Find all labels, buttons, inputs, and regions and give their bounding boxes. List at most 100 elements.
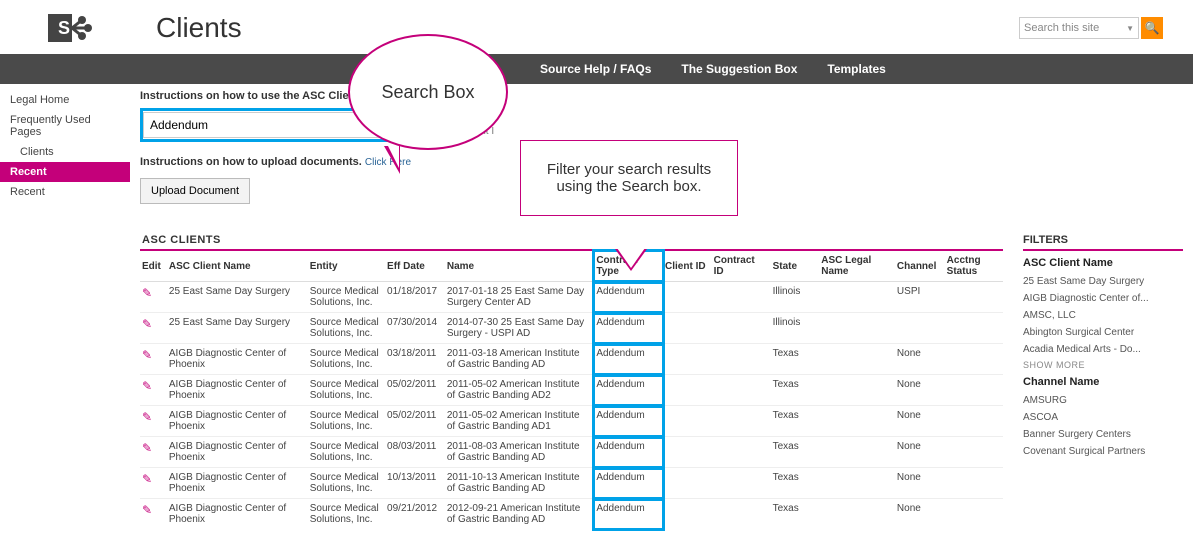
- cell-acct: [945, 375, 1003, 406]
- cell-client: 25 East Same Day Surgery: [167, 282, 308, 313]
- cell-state: Texas: [771, 437, 820, 468]
- nav-help[interactable]: Source Help / FAQs: [540, 62, 651, 76]
- col-entity[interactable]: Entity: [308, 251, 385, 282]
- cell-conid: [712, 344, 771, 375]
- edit-icon[interactable]: ✎: [142, 286, 152, 300]
- page-title: Clients: [156, 12, 242, 44]
- table-row: ✎ AIGB Diagnostic Center of PhoenixSource…: [140, 344, 1003, 375]
- edit-icon[interactable]: ✎: [142, 317, 152, 331]
- filter-item[interactable]: Acadia Medical Arts - Do...: [1023, 341, 1183, 358]
- cell-legal: [819, 437, 895, 468]
- col-channel[interactable]: Channel: [895, 251, 945, 282]
- col-acctng-status[interactable]: Acctng Status: [945, 251, 1003, 282]
- filter-item[interactable]: AMSC, LLC: [1023, 307, 1183, 324]
- asc-clients-table: EditASC Client NameEntityEff DateName Con…: [140, 251, 1003, 529]
- annotation-bubble: Search Box: [348, 34, 528, 174]
- edit-icon[interactable]: ✎: [142, 379, 152, 393]
- cell-name: 2017-01-18 25 East Same Day Surgery Cent…: [445, 282, 594, 313]
- annotation-bubble-text: Search Box: [381, 82, 474, 103]
- table-row: ✎25 East Same Day SurgerySource Medical …: [140, 282, 1003, 313]
- cell-channel: [895, 313, 945, 344]
- cell-ctype: Addendum: [594, 375, 663, 406]
- cell-eff: 05/02/2011: [385, 406, 445, 437]
- table-row: ✎AIGB Diagnostic Center of PhoenixSource…: [140, 468, 1003, 499]
- table-row: ✎AIGB Diagnostic Center of PhoenixSource…: [140, 375, 1003, 406]
- edit-icon[interactable]: ✎: [142, 441, 152, 455]
- nav-templates[interactable]: Templates: [827, 62, 885, 76]
- cell-ctype: Addendum: [594, 499, 663, 530]
- site-search-input[interactable]: Search this site ▼: [1019, 17, 1139, 39]
- cell-name: 2011-05-02 American Institute of Gastric…: [445, 375, 594, 406]
- cell-channel: USPI: [895, 282, 945, 313]
- cell-state: Texas: [771, 499, 820, 530]
- edit-icon[interactable]: ✎: [142, 348, 152, 362]
- leftnav-recent[interactable]: Recent: [0, 182, 130, 202]
- col-edit[interactable]: Edit: [140, 251, 167, 282]
- show-more-link[interactable]: SHOW MORE: [1023, 360, 1183, 370]
- cell-conid: [712, 406, 771, 437]
- cell-ctype: Addendum: [594, 437, 663, 468]
- upload-document-button[interactable]: Upload Document: [140, 178, 250, 204]
- filter-group-asc-client-name: ASC Client Name: [1023, 257, 1183, 269]
- cell-client: AIGB Diagnostic Center of Phoenix: [167, 499, 308, 530]
- filter-item[interactable]: ASCOA: [1023, 409, 1183, 426]
- cell-acct: [945, 282, 1003, 313]
- edit-icon[interactable]: ✎: [142, 410, 152, 424]
- cell-cid: [663, 375, 712, 406]
- leftnav-recent-active[interactable]: Recent: [0, 162, 130, 182]
- cell-legal: [819, 499, 895, 530]
- cell-channel: None: [895, 468, 945, 499]
- col-asc-client-name[interactable]: ASC Client Name: [167, 251, 308, 282]
- cell-client: AIGB Diagnostic Center of Phoenix: [167, 344, 308, 375]
- filter-item[interactable]: Banner Surgery Centers: [1023, 426, 1183, 443]
- cell-ctype: Addendum: [594, 406, 663, 437]
- filter-item[interactable]: AIGB Diagnostic Center of...: [1023, 290, 1183, 307]
- top-nav: Source Help / FAQs The Suggestion Box Te…: [0, 54, 1193, 84]
- filter-item[interactable]: Abington Surgical Center: [1023, 324, 1183, 341]
- edit-icon[interactable]: ✎: [142, 503, 152, 517]
- cell-entity: Source Medical Solutions, Inc.: [308, 468, 385, 499]
- cell-channel: None: [895, 344, 945, 375]
- cell-legal: [819, 406, 895, 437]
- col-client-id[interactable]: Client ID: [663, 251, 712, 282]
- search-icon: 🔍: [1145, 21, 1160, 35]
- cell-client: AIGB Diagnostic Center of Phoenix: [167, 406, 308, 437]
- cell-entity: Source Medical Solutions, Inc.: [308, 344, 385, 375]
- cell-name: 2011-03-18 American Institute of Gastric…: [445, 344, 594, 375]
- col-contract-id[interactable]: Contract ID: [712, 251, 771, 282]
- site-search-button[interactable]: 🔍: [1141, 17, 1163, 39]
- col-state[interactable]: State: [771, 251, 820, 282]
- cell-cid: [663, 437, 712, 468]
- leftnav-freq-used[interactable]: Frequently Used Pages: [0, 110, 130, 142]
- cell-eff: 07/30/2014: [385, 313, 445, 344]
- nav-suggestion[interactable]: The Suggestion Box: [681, 62, 797, 76]
- cell-name: 2011-08-03 American Institute of Gastric…: [445, 437, 594, 468]
- filter-group-channel-name: Channel Name: [1023, 376, 1183, 388]
- cell-entity: Source Medical Solutions, Inc.: [308, 406, 385, 437]
- edit-icon[interactable]: ✎: [142, 472, 152, 486]
- filter-item[interactable]: Covenant Surgical Partners: [1023, 443, 1183, 460]
- col-name[interactable]: Name: [445, 251, 594, 282]
- table-row: ✎AIGB Diagnostic Center of PhoenixSource…: [140, 499, 1003, 530]
- cell-legal: [819, 375, 895, 406]
- cell-acct: [945, 499, 1003, 530]
- cell-cid: [663, 282, 712, 313]
- cell-eff: 08/03/2011: [385, 437, 445, 468]
- cell-eff: 10/13/2011: [385, 468, 445, 499]
- filters-title: FILTERS: [1023, 234, 1183, 251]
- filter-item[interactable]: AMSURG: [1023, 392, 1183, 409]
- table-row: ✎ AIGB Diagnostic Center of PhoenixSource…: [140, 406, 1003, 437]
- cell-channel: None: [895, 499, 945, 530]
- cell-conid: [712, 499, 771, 530]
- leftnav-clients[interactable]: Clients: [0, 142, 130, 162]
- col-asc-legal-name[interactable]: ASC Legal Name: [819, 251, 895, 282]
- col-eff-date[interactable]: Eff Date: [385, 251, 445, 282]
- filter-item[interactable]: 25 East Same Day Surgery: [1023, 273, 1183, 290]
- table-row: ✎AIGB Diagnostic Center of PhoenixSource…: [140, 437, 1003, 468]
- leftnav-legal-home[interactable]: Legal Home: [0, 90, 130, 110]
- cell-ctype: Addendum: [594, 282, 663, 313]
- cell-channel: None: [895, 375, 945, 406]
- cell-legal: [819, 468, 895, 499]
- cell-client: 25 East Same Day Surgery: [167, 313, 308, 344]
- cell-state: Texas: [771, 375, 820, 406]
